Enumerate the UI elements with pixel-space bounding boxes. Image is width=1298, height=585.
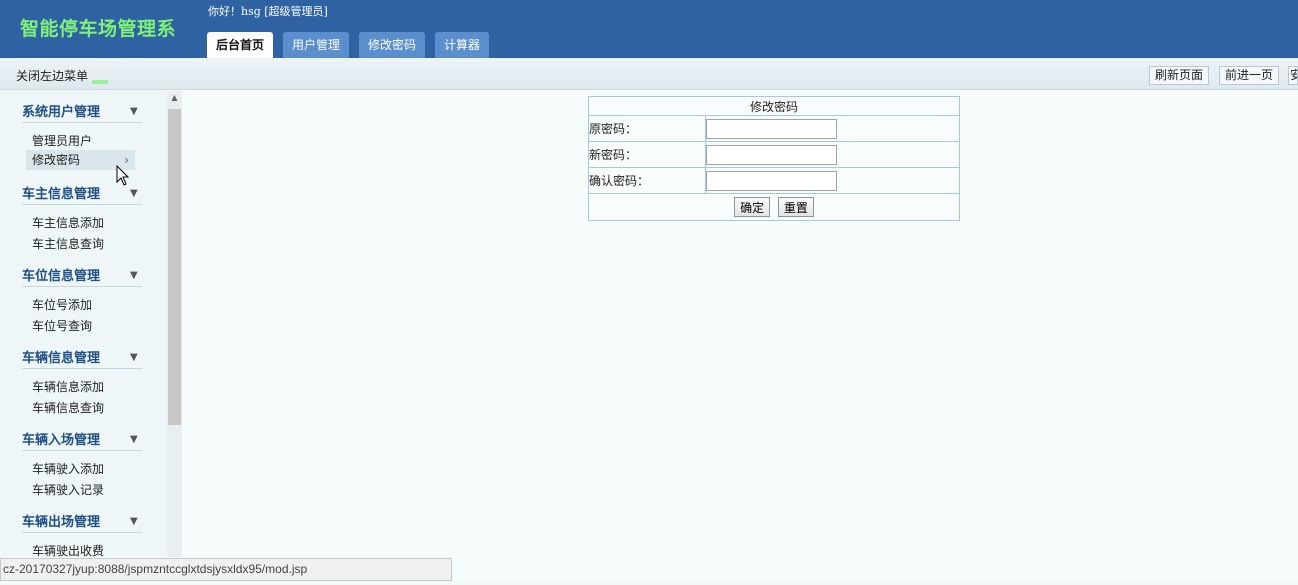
forward-page-button[interactable]: 前进一页 bbox=[1219, 66, 1280, 85]
sidebar-item-space-add[interactable]: 车位号添加 bbox=[32, 296, 92, 313]
triangle-down-icon[interactable]: ▼ bbox=[130, 516, 138, 527]
sidebar-item-space-query[interactable]: 车位号查询 bbox=[32, 317, 92, 334]
user-greeting: 你好！hsg [超级管理员] bbox=[208, 5, 328, 18]
group-divider bbox=[22, 204, 142, 205]
sidebar-item-entry-add[interactable]: 车辆驶入添加 bbox=[32, 460, 104, 477]
close-left-menu-link[interactable]: 关闭左边菜单 bbox=[16, 67, 88, 84]
mouse-cursor-icon bbox=[116, 165, 130, 186]
tab-user-management[interactable]: 用户管理 bbox=[283, 32, 350, 58]
main-content: 修改密码 原密码： 新密码： 确认密码： 确定 重置 bbox=[182, 91, 1298, 581]
triangle-down-icon[interactable]: ▼ bbox=[130, 434, 138, 445]
refresh-page-button[interactable]: 刷新页面 bbox=[1149, 66, 1210, 85]
old-password-label: 原密码： bbox=[588, 115, 706, 142]
tab-calculator[interactable]: 计算器 bbox=[435, 32, 490, 58]
sidebar-group-title[interactable]: 车辆信息管理 bbox=[22, 347, 100, 366]
header-decoration bbox=[92, 80, 108, 84]
group-divider bbox=[22, 532, 142, 533]
sidebar-group-title[interactable]: 系统用户管理 bbox=[22, 101, 100, 120]
group-divider bbox=[22, 368, 142, 369]
sidebar-item-owner-add[interactable]: 车主信息添加 bbox=[32, 214, 104, 231]
new-password-label: 新密码： bbox=[588, 141, 706, 168]
sidebar-item-exit-charge[interactable]: 车辆驶出收费 bbox=[32, 542, 104, 557]
triangle-down-icon[interactable]: ▼ bbox=[130, 188, 138, 199]
sidebar-item-label: 修改密码 bbox=[32, 153, 81, 167]
more-toolbar-button[interactable]: 安 bbox=[1288, 66, 1298, 85]
left-sidebar: 系统用户管理 ▼ 管理员用户 修改密码 › 车主信息管理 ▼ 车主信息添加 车主… bbox=[0, 91, 167, 557]
group-divider bbox=[22, 122, 142, 123]
scroll-thumb[interactable] bbox=[168, 109, 181, 425]
sidebar-item-owner-query[interactable]: 车主信息查询 bbox=[32, 235, 104, 252]
tab-change-password[interactable]: 修改密码 bbox=[359, 32, 426, 58]
confirm-password-input[interactable] bbox=[706, 170, 837, 191]
old-password-input[interactable] bbox=[706, 118, 837, 139]
toolbar: 关闭左边菜单 刷新页面 前进一页 安 bbox=[0, 58, 1298, 90]
sidebar-item-vehicle-add[interactable]: 车辆信息添加 bbox=[32, 378, 104, 395]
form-title: 修改密码 bbox=[588, 96, 960, 116]
submit-button[interactable]: 确定 bbox=[734, 197, 771, 217]
scroll-up-arrow-icon[interactable]: ▲ bbox=[167, 93, 182, 103]
confirm-password-label: 确认密码： bbox=[588, 167, 706, 194]
sidebar-group-title[interactable]: 车辆入场管理 bbox=[22, 429, 100, 448]
group-divider bbox=[22, 286, 142, 287]
app-title: 智能停车场管理系 bbox=[20, 18, 177, 40]
sidebar-item-entry-records[interactable]: 车辆驶入记录 bbox=[32, 481, 104, 498]
tab-home[interactable]: 后台首页 bbox=[207, 32, 274, 58]
sidebar-scrollbar[interactable]: ▲ bbox=[167, 91, 182, 557]
group-divider bbox=[22, 450, 142, 451]
sidebar-item-vehicle-query[interactable]: 车辆信息查询 bbox=[32, 399, 104, 416]
form-actions: 确定 重置 bbox=[588, 193, 960, 221]
sidebar-group-title[interactable]: 车辆出场管理 bbox=[22, 511, 100, 530]
triangle-down-icon[interactable]: ▼ bbox=[130, 106, 138, 117]
top-header: 智能停车场管理系 你好！hsg [超级管理员] 后台首页 用户管理 修改密码 计… bbox=[0, 0, 1298, 58]
reset-button[interactable]: 重置 bbox=[777, 197, 814, 217]
new-password-input[interactable] bbox=[706, 144, 837, 165]
triangle-down-icon[interactable]: ▼ bbox=[130, 270, 138, 281]
status-bar-url: cz-20170327jyup:8088/jspmzntccglxtdsjysx… bbox=[0, 558, 452, 581]
change-password-form: 修改密码 原密码： 新密码： 确认密码： 确定 重置 bbox=[588, 96, 960, 221]
top-tabs: 后台首页 用户管理 修改密码 计算器 bbox=[207, 32, 499, 58]
sidebar-group-title[interactable]: 车主信息管理 bbox=[22, 183, 100, 202]
sidebar-group-title[interactable]: 车位信息管理 bbox=[22, 265, 100, 284]
triangle-down-icon[interactable]: ▼ bbox=[130, 352, 138, 363]
sidebar-item-admin-users[interactable]: 管理员用户 bbox=[32, 132, 92, 149]
